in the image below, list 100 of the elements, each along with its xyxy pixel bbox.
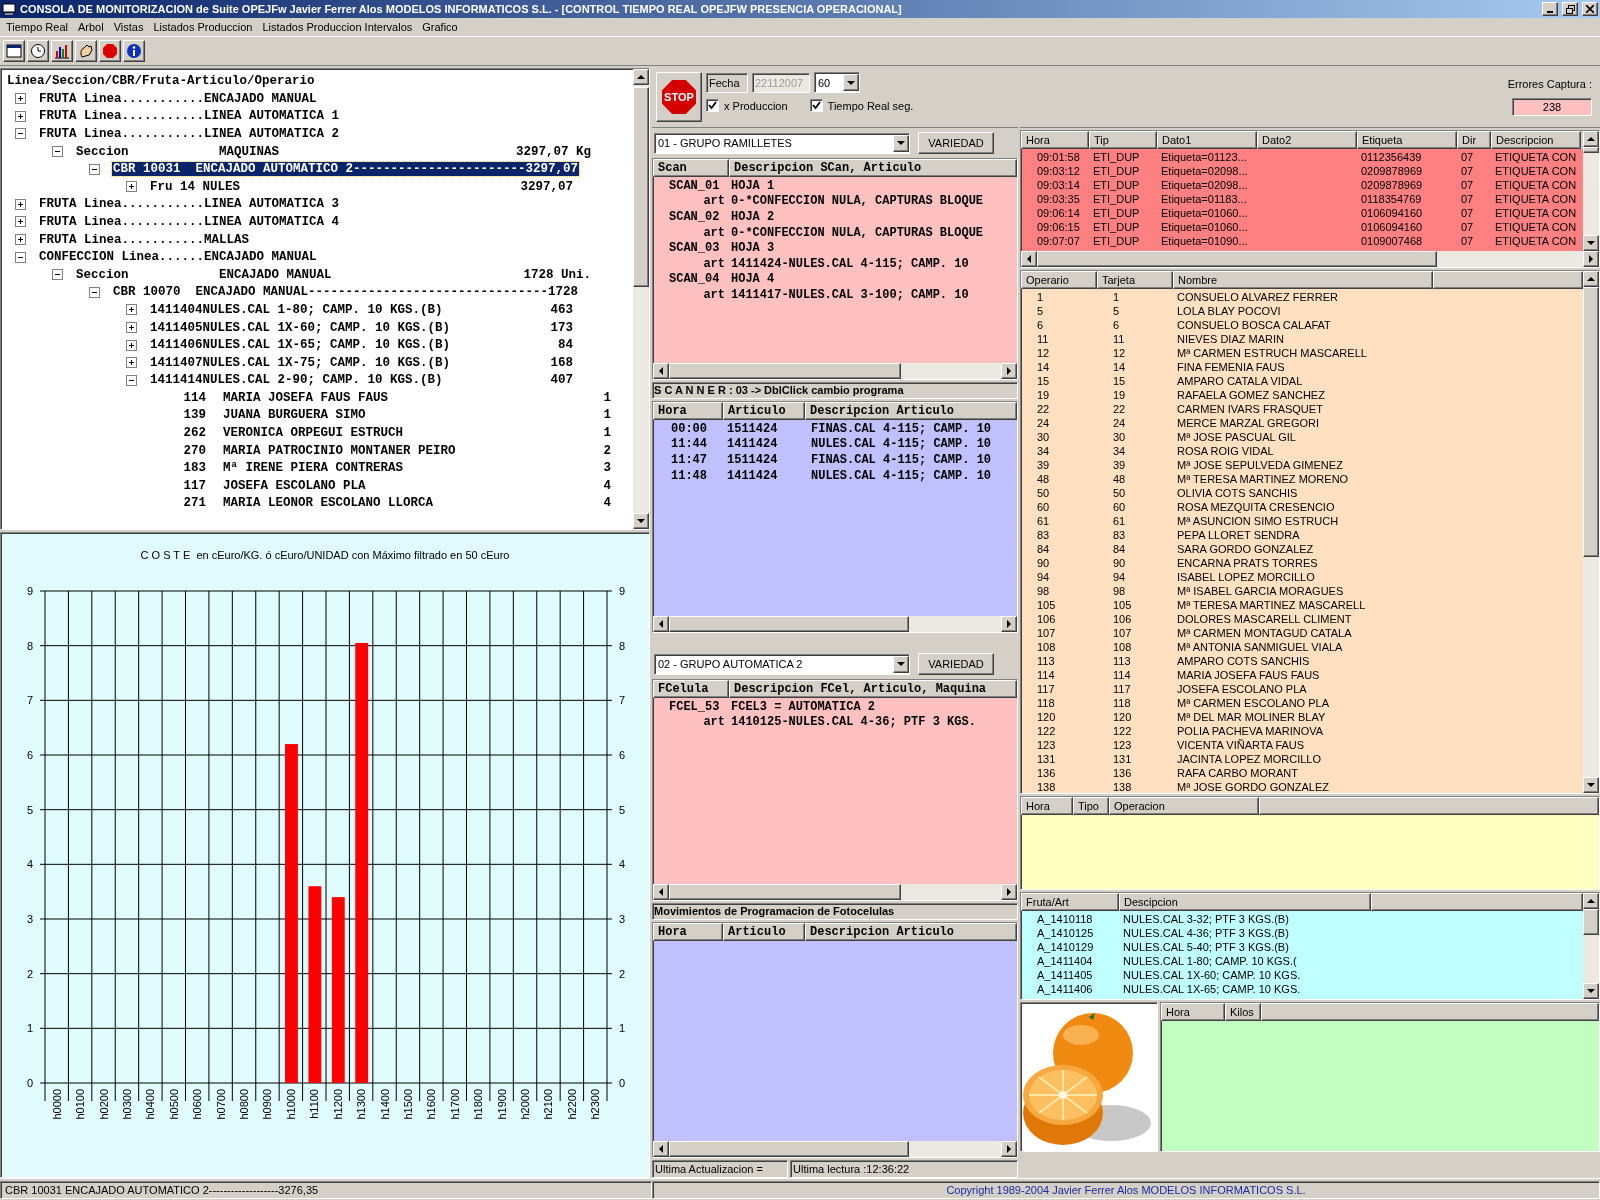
column-header[interactable]: Kilos xyxy=(1225,1003,1261,1021)
column-header[interactable]: Hora xyxy=(653,402,723,420)
menu-item[interactable]: Arbol xyxy=(73,21,108,33)
expand-toggle[interactable] xyxy=(126,322,137,333)
group-dropdown[interactable]: 01 - GRUPO RAMILLETES xyxy=(654,132,910,154)
tree-item[interactable]: FRUTA Linea...........LINEA AUTOMATICA 3 xyxy=(38,197,341,212)
scrollbar-thumb[interactable] xyxy=(669,884,901,900)
column-header[interactable]: Dato1 xyxy=(1157,131,1257,149)
tree-item[interactable]: 262 xyxy=(173,426,207,441)
column-header[interactable]: Hora xyxy=(1021,797,1073,815)
scroll-up-button[interactable] xyxy=(1583,131,1599,147)
stop-button[interactable]: STOP xyxy=(656,72,702,122)
expand-toggle[interactable] xyxy=(15,128,26,140)
toolbar-button[interactable] xyxy=(99,40,121,62)
scrollbar-thumb[interactable] xyxy=(1037,251,1437,267)
expand-toggle[interactable] xyxy=(89,286,100,298)
expand-toggle[interactable] xyxy=(15,216,26,228)
scroll-down-button[interactable] xyxy=(1583,777,1599,793)
toolbar-button[interactable] xyxy=(27,40,49,62)
column-header[interactable]: Hora xyxy=(653,923,723,941)
scrollbar-thumb[interactable] xyxy=(669,1141,909,1157)
toolbar-button[interactable] xyxy=(51,40,73,62)
tree-item[interactable]: 139 xyxy=(173,408,207,423)
column-header[interactable]: Hora xyxy=(1161,1003,1225,1021)
vertical-scrollbar[interactable] xyxy=(1583,131,1599,251)
tree-item[interactable]: CBR 10031 ENCAJADO AUTOMATICO 2-----------------------3297,07 xyxy=(112,162,580,177)
column-header[interactable]: Descripcion SCan, Articulo xyxy=(729,159,1017,177)
scrollbar-thumb[interactable] xyxy=(669,363,901,379)
checkbox[interactable]: x Produccion xyxy=(706,99,788,112)
horizontal-scrollbar[interactable] xyxy=(653,1141,1017,1157)
scroll-up-button[interactable] xyxy=(1583,271,1599,287)
scrollbar-thumb[interactable] xyxy=(1583,147,1599,153)
tree-item[interactable]: 183 xyxy=(173,461,207,476)
toolbar-button[interactable] xyxy=(75,40,97,62)
tree-item[interactable]: 1411406NULES.CAL 1X-65; CAMP. 10 KGS.(B) xyxy=(149,338,452,353)
restore-button[interactable] xyxy=(1562,2,1578,16)
column-header[interactable]: Dir xyxy=(1457,131,1491,149)
tree-item[interactable]: CBR 10070 ENCAJADO MANUAL--------------------------------1728 xyxy=(112,285,580,300)
scroll-left-button[interactable] xyxy=(653,884,669,900)
scroll-left-button[interactable] xyxy=(1021,251,1037,267)
scroll-right-button[interactable] xyxy=(1001,363,1017,379)
tree-item[interactable]: FRUTA Linea...........ENCAJADO MANUAL xyxy=(38,91,318,106)
horizontal-scrollbar[interactable] xyxy=(653,363,1017,379)
toolbar-button[interactable] xyxy=(123,40,145,62)
horizontal-scrollbar[interactable] xyxy=(653,616,1017,632)
variedad-button[interactable]: VARIEDAD xyxy=(918,653,994,675)
scroll-left-button[interactable] xyxy=(653,1141,669,1157)
expand-toggle[interactable] xyxy=(126,339,137,351)
tree-item[interactable]: FRUTA Linea...........MALLAS xyxy=(38,232,251,247)
column-header[interactable]: Descripcion xyxy=(1491,131,1581,149)
tree-item[interactable]: 1411414NULES.CAL 2-90; CAMP. 10 KGS.(B) xyxy=(149,373,444,388)
menu-item[interactable]: Grafico xyxy=(418,21,462,33)
column-header[interactable]: Descipcion xyxy=(1119,893,1371,911)
scroll-up-button[interactable] xyxy=(633,69,649,85)
column-header[interactable]: Dato2 xyxy=(1257,131,1357,149)
scroll-down-button[interactable] xyxy=(633,513,649,529)
column-header[interactable]: Tipo xyxy=(1073,797,1109,815)
tree-item[interactable]: 1411404NULES.CAL 1-80; CAMP. 10 KGS.(B) xyxy=(149,302,444,317)
scrollbar-thumb[interactable] xyxy=(1583,287,1599,557)
expand-toggle[interactable] xyxy=(15,198,26,210)
column-header[interactable]: Descripcion Articulo xyxy=(805,402,1017,420)
expand-toggle[interactable] xyxy=(126,181,137,193)
vertical-scrollbar[interactable] xyxy=(1583,271,1599,793)
tree-item[interactable]: 1411407NULES.CAL 1X-75; CAMP. 10 KGS.(B) xyxy=(149,355,452,370)
column-header[interactable]: Nombre xyxy=(1173,271,1433,289)
column-header[interactable]: Etiqueta xyxy=(1357,131,1457,149)
column-header[interactable]: Hora xyxy=(1021,131,1089,149)
scroll-down-button[interactable] xyxy=(1583,235,1599,251)
horizontal-scrollbar[interactable] xyxy=(1021,251,1599,267)
expand-toggle[interactable] xyxy=(15,234,26,246)
expand-toggle[interactable] xyxy=(15,93,26,105)
column-header[interactable]: Articulo xyxy=(723,402,805,420)
vertical-scrollbar[interactable] xyxy=(1583,893,1599,999)
column-header[interactable]: Scan xyxy=(653,159,729,177)
group-dropdown[interactable]: 02 - GRUPO AUTOMATICA 2 xyxy=(654,653,910,675)
scroll-down-button[interactable] xyxy=(1583,983,1599,999)
expand-toggle[interactable] xyxy=(15,251,26,263)
column-header[interactable]: Operario xyxy=(1021,271,1097,289)
variedad-button[interactable]: VARIEDAD xyxy=(918,132,994,154)
horizontal-scrollbar[interactable] xyxy=(653,884,1017,900)
tree-item[interactable]: Seccion xyxy=(75,267,219,282)
expand-toggle[interactable] xyxy=(126,304,137,316)
expand-toggle[interactable] xyxy=(126,374,137,386)
column-header[interactable]: Articulo xyxy=(723,923,805,941)
tree-item[interactable]: 1411405NULES.CAL 1X-60; CAMP. 10 KGS.(B) xyxy=(149,320,452,335)
column-header[interactable]: Descripcion FCel, Articulo, Maquina xyxy=(729,680,1017,698)
tree-item[interactable]: 271 xyxy=(173,496,207,511)
scrollbar-thumb[interactable] xyxy=(633,87,649,287)
scroll-left-button[interactable] xyxy=(653,616,669,632)
scroll-right-button[interactable] xyxy=(1001,884,1017,900)
column-header[interactable]: Fruta/Art xyxy=(1021,893,1119,911)
tree-item[interactable]: CONFECCION Linea......ENCAJADO MANUAL xyxy=(38,250,318,265)
scroll-right-button[interactable] xyxy=(1001,1141,1017,1157)
tree-item[interactable]: Seccion xyxy=(75,144,219,159)
expand-toggle[interactable] xyxy=(52,146,63,158)
column-header[interactable]: Tarjeta xyxy=(1097,271,1173,289)
menu-item[interactable]: Vistas xyxy=(109,21,148,33)
tree-item[interactable]: FRUTA Linea...........LINEA AUTOMATICA 1 xyxy=(38,109,341,124)
scroll-right-button[interactable] xyxy=(1583,251,1599,267)
minimize-button[interactable] xyxy=(1542,2,1558,16)
